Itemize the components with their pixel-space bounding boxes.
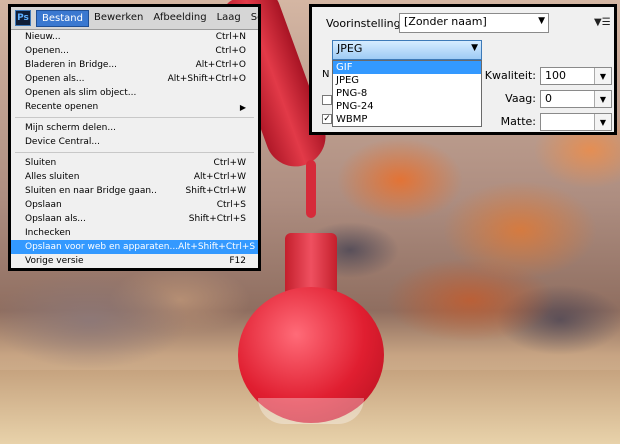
menu-item[interactable]: Opslaan als... Shift+Ctrl+S: [11, 212, 258, 226]
menubar-item-2[interactable]: Afbeelding: [148, 10, 211, 27]
menu-item-label: Inchecken: [25, 228, 71, 238]
menu-separator: [15, 117, 254, 118]
menu-item-shortcut: Shift+Ctrl+S: [188, 214, 246, 224]
menu-item-label: Device Central...: [25, 137, 100, 147]
menu-item-shortcut: Ctrl+S: [216, 200, 246, 210]
matte-field[interactable]: ▼: [540, 113, 612, 131]
menu-item-shortcut: Ctrl+W: [213, 158, 246, 168]
menu-item-label: Alles sluiten: [25, 172, 80, 182]
menu-item[interactable]: Nieuw... Ctrl+N: [11, 30, 258, 44]
menu-item[interactable]: Device Central...: [11, 135, 258, 149]
blur-value: 0: [545, 92, 552, 105]
quality-label: Kwaliteit:: [484, 69, 536, 82]
menu-item-label: Nieuw...: [25, 32, 61, 42]
menubar-item-4[interactable]: Selecteren: [246, 10, 258, 27]
menu-item-shortcut: Shift+Ctrl+W: [185, 186, 246, 196]
menu-item-shortcut: Alt+Shift+Ctrl+O: [167, 74, 246, 84]
menu-item[interactable]: Vorige versie F12: [11, 254, 258, 268]
menu-item-shortcut: Alt+Shift+Ctrl+S: [178, 242, 256, 252]
menu-item-shortcut: Ctrl+N: [215, 32, 246, 42]
preset-dropdown[interactable]: [Zonder naam] ▼: [399, 13, 549, 33]
format-option[interactable]: WBMP: [333, 113, 481, 126]
polish-drip: [306, 160, 316, 218]
quality-field[interactable]: 100 ▼: [540, 67, 612, 85]
menu-item-label: Opslaan als...: [25, 214, 86, 224]
menu-item[interactable]: Openen... Ctrl+O: [11, 44, 258, 58]
chevron-down-icon: ▼: [538, 16, 545, 26]
chevron-down-icon: ▼: [471, 43, 478, 53]
file-menu-panel: Ps BestandBewerkenAfbeeldingLaagSelecter…: [8, 4, 261, 271]
panel-menu-icon[interactable]: ▼☰: [594, 17, 611, 28]
photoshop-logo-icon: Ps: [15, 10, 31, 26]
menu-item-shortcut: Alt+Ctrl+O: [195, 60, 246, 70]
menu-item[interactable]: Recente openen ▶: [11, 100, 258, 114]
hidden-checkbox-checked[interactable]: ✓: [322, 114, 332, 124]
menu-item-label: Vorige versie: [25, 256, 84, 266]
menu-item-label: Opslaan: [25, 200, 62, 210]
menubar-item-3[interactable]: Laag: [212, 10, 246, 27]
menu-item[interactable]: Opslaan Ctrl+S: [11, 198, 258, 212]
menubar-item-1[interactable]: Bewerken: [89, 10, 148, 27]
menu-item-label: Opslaan voor web en apparaten...: [25, 242, 179, 252]
chevron-down-icon[interactable]: ▼: [594, 114, 611, 130]
menu-item-label: Recente openen: [25, 102, 99, 112]
blur-label: Vaag:: [505, 92, 536, 105]
menu-item[interactable]: Inchecken: [11, 226, 258, 240]
menu-item[interactable]: Sluiten en naar Bridge gaan.. Shift+Ctrl+…: [11, 184, 258, 198]
chevron-down-icon[interactable]: ▼: [594, 68, 611, 84]
format-options-list: GIF JPEG PNG-8 PNG-24 WBMP: [332, 60, 482, 127]
save-for-web-panel: Voorinstelling: [Zonder naam] ▼ ▼☰ N ✓ J…: [309, 4, 617, 135]
format-value: JPEG: [337, 42, 363, 55]
menu-item-label: Openen als...: [25, 74, 85, 84]
format-option[interactable]: JPEG: [333, 74, 481, 87]
menu-separator: [15, 152, 254, 153]
blur-field[interactable]: 0 ▼: [540, 90, 612, 108]
menu-item[interactable]: Alles sluiten Alt+Ctrl+W: [11, 170, 258, 184]
menu-item[interactable]: Openen als slim object...: [11, 86, 258, 100]
menu-item-label: Bladeren in Bridge...: [25, 60, 118, 70]
hidden-checkbox[interactable]: [322, 95, 332, 105]
menu-item-shortcut: Alt+Ctrl+W: [193, 172, 246, 182]
format-option[interactable]: PNG-8: [333, 87, 481, 100]
preset-label: Voorinstelling:: [326, 17, 405, 30]
menu-item-shortcut: F12: [229, 256, 246, 266]
hidden-control-peek: N: [322, 69, 330, 80]
menu-item-label: Sluiten en naar Bridge gaan..: [25, 186, 157, 196]
menubar: Ps BestandBewerkenAfbeeldingLaagSelecter…: [11, 7, 258, 30]
format-option[interactable]: PNG-24: [333, 100, 481, 113]
menu-item-label: Openen...: [25, 46, 69, 56]
submenu-arrow-icon: ▶: [239, 102, 246, 112]
quality-value: 100: [545, 69, 566, 82]
preset-value: [Zonder naam]: [404, 15, 487, 28]
menu-item[interactable]: Sluiten Ctrl+W: [11, 156, 258, 170]
menu-item-shortcut: Ctrl+O: [215, 46, 246, 56]
chevron-down-icon[interactable]: ▼: [594, 91, 611, 107]
matte-label: Matte:: [500, 115, 536, 128]
menubar-items: BestandBewerkenAfbeeldingLaagSelecteren: [36, 9, 258, 27]
menu-item[interactable]: Mijn scherm delen...: [11, 121, 258, 135]
menu-item[interactable]: Bladeren in Bridge... Alt+Ctrl+O: [11, 58, 258, 72]
menubar-item-0[interactable]: Bestand: [36, 9, 89, 27]
menu-item-label: Openen als slim object...: [25, 88, 137, 98]
menu-item[interactable]: Opslaan voor web en apparaten... Alt+Shif…: [11, 240, 258, 254]
file-menu-list: Nieuw... Ctrl+N Openen... Ctrl+O Bladeren in…: [11, 30, 258, 268]
menu-item-label: Sluiten: [25, 158, 57, 168]
format-option[interactable]: GIF: [333, 61, 481, 74]
menu-item[interactable]: Openen als... Alt+Shift+Ctrl+O: [11, 72, 258, 86]
format-dropdown[interactable]: JPEG ▼: [332, 40, 482, 60]
bottle-base: [258, 398, 364, 424]
menu-item-label: Mijn scherm delen...: [25, 123, 116, 133]
